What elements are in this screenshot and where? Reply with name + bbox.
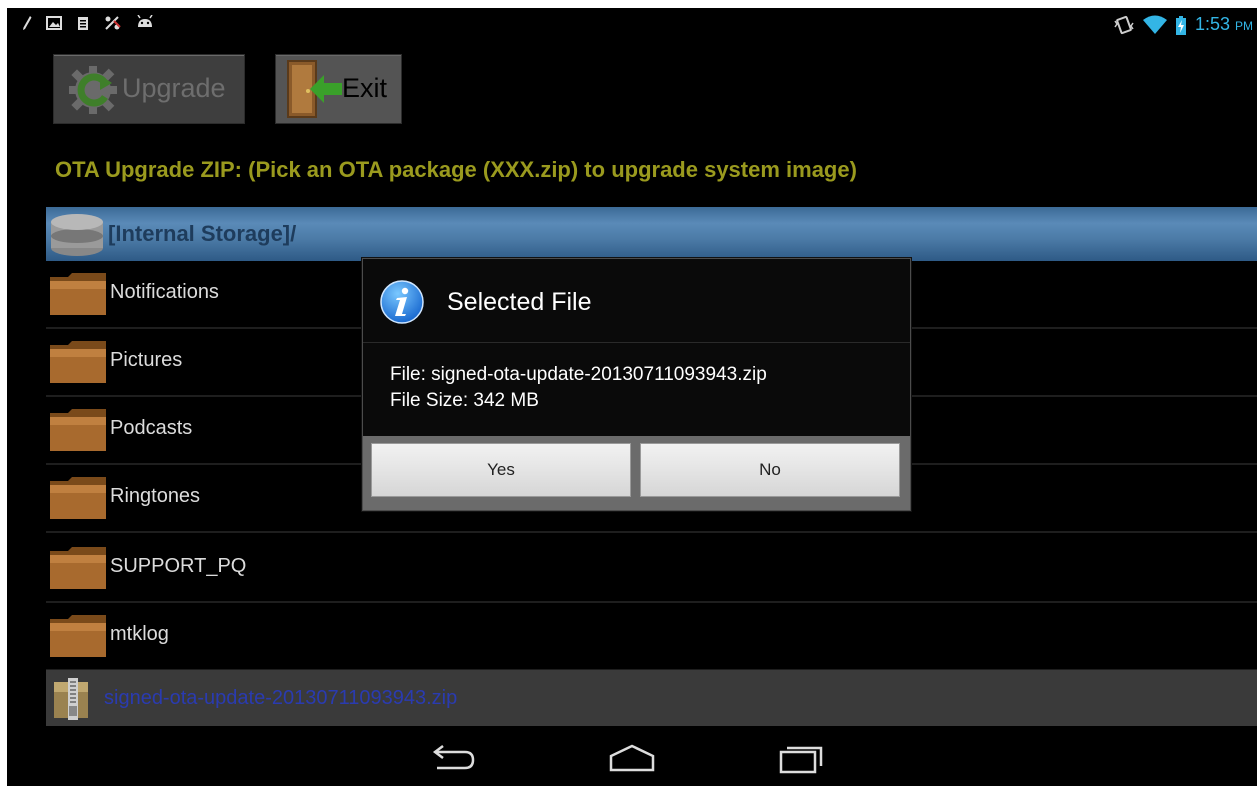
exit-label: Exit [342,73,388,103]
wifi-icon [1142,15,1167,34]
clock-ampm: PM [1235,19,1253,33]
dialog-title: Selected File [447,288,592,316]
yes-label: Yes [487,460,515,479]
dialog-file-size: File Size: 342 MB [390,390,539,411]
pencil-icon [23,16,32,30]
file-name: signed-ota-update-20130711093943.zip [104,687,458,709]
file-name: Pictures [110,349,183,371]
recent-apps-icon[interactable] [777,742,827,774]
file-name: Ringtones [110,485,201,507]
folder-icon [50,615,106,657]
info-icon [380,280,424,324]
status-bar: 1:53 PM [7,8,1257,42]
dialog-file-name: File: signed-ota-update-20130711093943.z… [390,364,767,385]
battery-charging-icon [1175,15,1186,35]
folder-icon [50,477,106,519]
image-icon [46,16,62,30]
clock: 1:53 PM [1195,14,1253,35]
navigation-bar [7,730,1257,786]
list-item-zip[interactable]: signed-ota-update-20130711093943.zip [46,670,1257,726]
exit-button[interactable]: Exit [275,54,402,124]
usb-debug-icon [105,16,121,30]
zip-archive-icon [54,678,88,720]
screen: 1:53 PM Upgrade Exit OTA Upgrade ZIP: (P… [7,8,1257,786]
folder-icon [50,547,106,589]
list-item[interactable]: mtklog [46,603,1257,671]
file-name: Podcasts [110,417,193,439]
clipboard-icon [78,17,88,30]
folder-icon [50,409,106,451]
system-icons: 1:53 PM [1113,14,1253,35]
notification-icons [22,15,154,31]
vibrate-icon [1114,15,1134,34]
dialog-button-bar: Yes No [363,436,910,510]
home-icon[interactable] [607,742,657,774]
clock-time: 1:53 [1194,14,1230,34]
android-icon [137,15,153,27]
file-name: mtklog [110,623,169,645]
ota-title: OTA Upgrade ZIP: (Pick an OTA package (X… [55,157,857,182]
folder-icon [50,273,106,315]
storage-path-label: [Internal Storage]/ [108,221,297,246]
dialog-header: Selected File [363,259,910,343]
no-label: No [759,460,781,479]
storage-path-bar[interactable]: [Internal Storage]/ [46,207,1257,261]
upgrade-label: Upgrade [122,73,226,103]
upgrade-button[interactable]: Upgrade [53,54,245,124]
selected-file-dialog: Selected File File: signed-ota-update-20… [362,258,911,511]
no-button[interactable]: No [640,443,900,497]
yes-button[interactable]: Yes [371,443,631,497]
refresh-gear-icon [69,66,117,114]
exit-door-icon [287,60,342,118]
file-name: SUPPORT_PQ [110,555,247,577]
back-icon[interactable] [427,742,477,774]
storage-disk-icon [51,214,103,256]
file-name: Notifications [110,281,219,303]
list-item[interactable]: SUPPORT_PQ [46,535,1257,603]
folder-icon [50,341,106,383]
